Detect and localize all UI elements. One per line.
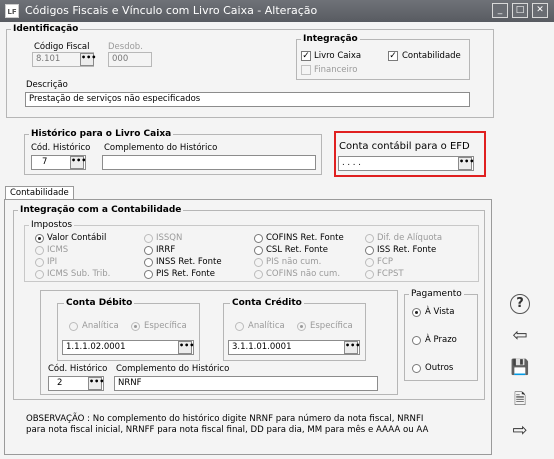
- save-icon[interactable]: 💾: [508, 357, 532, 379]
- maximize-button[interactable]: □: [512, 3, 528, 18]
- credito-analitica-radio[interactable]: [235, 322, 244, 331]
- icms-radio[interactable]: [35, 246, 44, 255]
- livro-caixa-label: Livro Caixa: [314, 51, 362, 61]
- a-vista-radio[interactable]: [412, 308, 421, 317]
- fcpst-label: FCPST: [377, 269, 404, 279]
- debito-analitica-radio[interactable]: [69, 322, 78, 331]
- inss-radio[interactable]: [144, 258, 153, 267]
- irrf-label: IRRF: [156, 245, 176, 255]
- title-bar: LF Códigos Fiscais e Vínculo com Livro C…: [0, 0, 554, 22]
- contab-comp-hist-field[interactable]: NRNF: [114, 376, 378, 391]
- forward-arrow-icon[interactable]: ⇨: [508, 421, 532, 443]
- valor-contabil-radio[interactable]: [35, 234, 44, 243]
- pis-nao-cum-radio[interactable]: [254, 258, 263, 267]
- csl-ret-label: CSL Ret. Fonte: [266, 245, 328, 255]
- historico-cod-lookup-button[interactable]: •••: [70, 156, 86, 169]
- icms-sub-radio[interactable]: [35, 270, 44, 279]
- conta-debito-field[interactable]: 1.1.1.02.0001: [62, 340, 194, 355]
- inss-label: INSS Ret. Fonte: [156, 257, 222, 267]
- back-arrow-icon[interactable]: ⇦: [508, 326, 532, 348]
- descricao-label: Descrição: [26, 80, 68, 90]
- iss-ret-label: ISS Ret. Fonte: [377, 245, 437, 255]
- debito-analitica-label: Analítica: [82, 321, 119, 331]
- integ-contab-legend: Integração com a Contabilidade: [20, 205, 182, 215]
- contab-comp-hist-label: Complemento do Histórico: [116, 364, 230, 374]
- fcpst-radio[interactable]: [365, 270, 374, 279]
- a-prazo-label: À Prazo: [425, 335, 457, 345]
- contabilidade-label: Contabilidade: [402, 51, 461, 61]
- livro-caixa-checkbox[interactable]: ✓: [301, 51, 311, 61]
- conta-credito-field[interactable]: 3.1.1.01.0001: [228, 340, 360, 355]
- integracao-legend: Integração: [303, 34, 358, 44]
- identificacao-legend: Identificação: [13, 24, 79, 34]
- window-title: Códigos Fiscais e Vínculo com Livro Caix…: [25, 4, 318, 17]
- cofins-nao-cum-radio[interactable]: [254, 270, 263, 279]
- desdob-field[interactable]: 000: [108, 52, 152, 67]
- efd-conta-lookup-button[interactable]: •••: [458, 157, 474, 170]
- outros-radio[interactable]: [412, 364, 421, 373]
- app-icon: LF: [5, 4, 19, 18]
- historico-legend: Histórico para o Livro Caixa: [31, 129, 172, 139]
- contabilidade-checkbox[interactable]: ✓: [388, 51, 398, 61]
- ipi-radio[interactable]: [35, 258, 44, 267]
- tab-contabilidade[interactable]: Contabilidade: [5, 186, 74, 199]
- issqn-label: ISSQN: [156, 233, 183, 243]
- irrf-radio[interactable]: [144, 246, 153, 255]
- desdob-label: Desdob.: [108, 42, 143, 52]
- credito-especifica-radio[interactable]: [297, 322, 306, 331]
- fcp-label: FCP: [377, 257, 393, 267]
- codigo-fiscal-lookup-button[interactable]: •••: [80, 53, 96, 66]
- historico-cod-label: Cód. Histórico: [31, 143, 91, 153]
- contab-cod-hist-lookup-button[interactable]: •••: [88, 377, 104, 390]
- pagamento-legend: Pagamento: [411, 289, 462, 299]
- codigo-fiscal-label: Código Fiscal: [34, 42, 90, 52]
- pis-ret-radio[interactable]: [144, 270, 153, 279]
- cofins-nao-cum-label: COFINS não cum.: [266, 269, 341, 279]
- icms-label: ICMS: [47, 245, 69, 255]
- historico-comp-label: Complemento do Histórico: [104, 143, 218, 153]
- efd-conta-field[interactable]: . . . .: [338, 156, 474, 171]
- csl-ret-radio[interactable]: [254, 246, 263, 255]
- help-icon[interactable]: ?: [510, 294, 530, 314]
- iss-ret-radio[interactable]: [365, 246, 374, 255]
- observacao-text: OBSERVAÇÃO : No complemento do histórico…: [26, 414, 429, 435]
- cofins-ret-radio[interactable]: [254, 234, 263, 243]
- financeiro-checkbox[interactable]: [301, 65, 311, 75]
- close-button[interactable]: ✕: [532, 3, 548, 18]
- pis-nao-cum-label: PIS não cum.: [266, 257, 322, 267]
- ipi-label: IPI: [47, 257, 58, 267]
- valor-contabil-label: Valor Contábil: [47, 233, 107, 243]
- financeiro-label: Financeiro: [314, 65, 358, 75]
- dif-aliquota-label: Dif. de Alíquota: [377, 233, 443, 243]
- impostos-legend: Impostos: [31, 220, 73, 230]
- historico-comp-field[interactable]: [102, 155, 316, 170]
- cofins-ret-label: COFINS Ret. Fonte: [266, 233, 344, 243]
- credito-especifica-label: Específica: [310, 321, 353, 331]
- debito-especifica-label: Específica: [144, 321, 187, 331]
- pis-ret-label: PIS Ret. Fonte: [156, 269, 215, 279]
- conta-credito-legend: Conta Crédito: [232, 298, 302, 308]
- minimize-button[interactable]: _: [492, 3, 508, 18]
- report-icon[interactable]: 🗎: [508, 389, 532, 411]
- contab-cod-hist-label: Cód. Histórico: [48, 364, 108, 374]
- conta-debito-lookup-button[interactable]: •••: [178, 341, 194, 354]
- icms-sub-label: ICMS Sub. Trib.: [47, 269, 111, 279]
- efd-label: Conta contábil para o EFD: [339, 141, 470, 152]
- a-prazo-radio[interactable]: [412, 336, 421, 345]
- debito-especifica-radio[interactable]: [131, 322, 140, 331]
- descricao-field[interactable]: Prestação de serviços não especificados: [25, 92, 470, 107]
- conta-credito-lookup-button[interactable]: •••: [344, 341, 360, 354]
- dif-aliquota-radio[interactable]: [365, 234, 374, 243]
- fcp-radio[interactable]: [365, 258, 374, 267]
- conta-debito-legend: Conta Débito: [66, 298, 133, 308]
- outros-label: Outros: [425, 363, 454, 373]
- credito-analitica-label: Analítica: [248, 321, 285, 331]
- issqn-radio[interactable]: [144, 234, 153, 243]
- a-vista-label: À Vista: [425, 307, 455, 317]
